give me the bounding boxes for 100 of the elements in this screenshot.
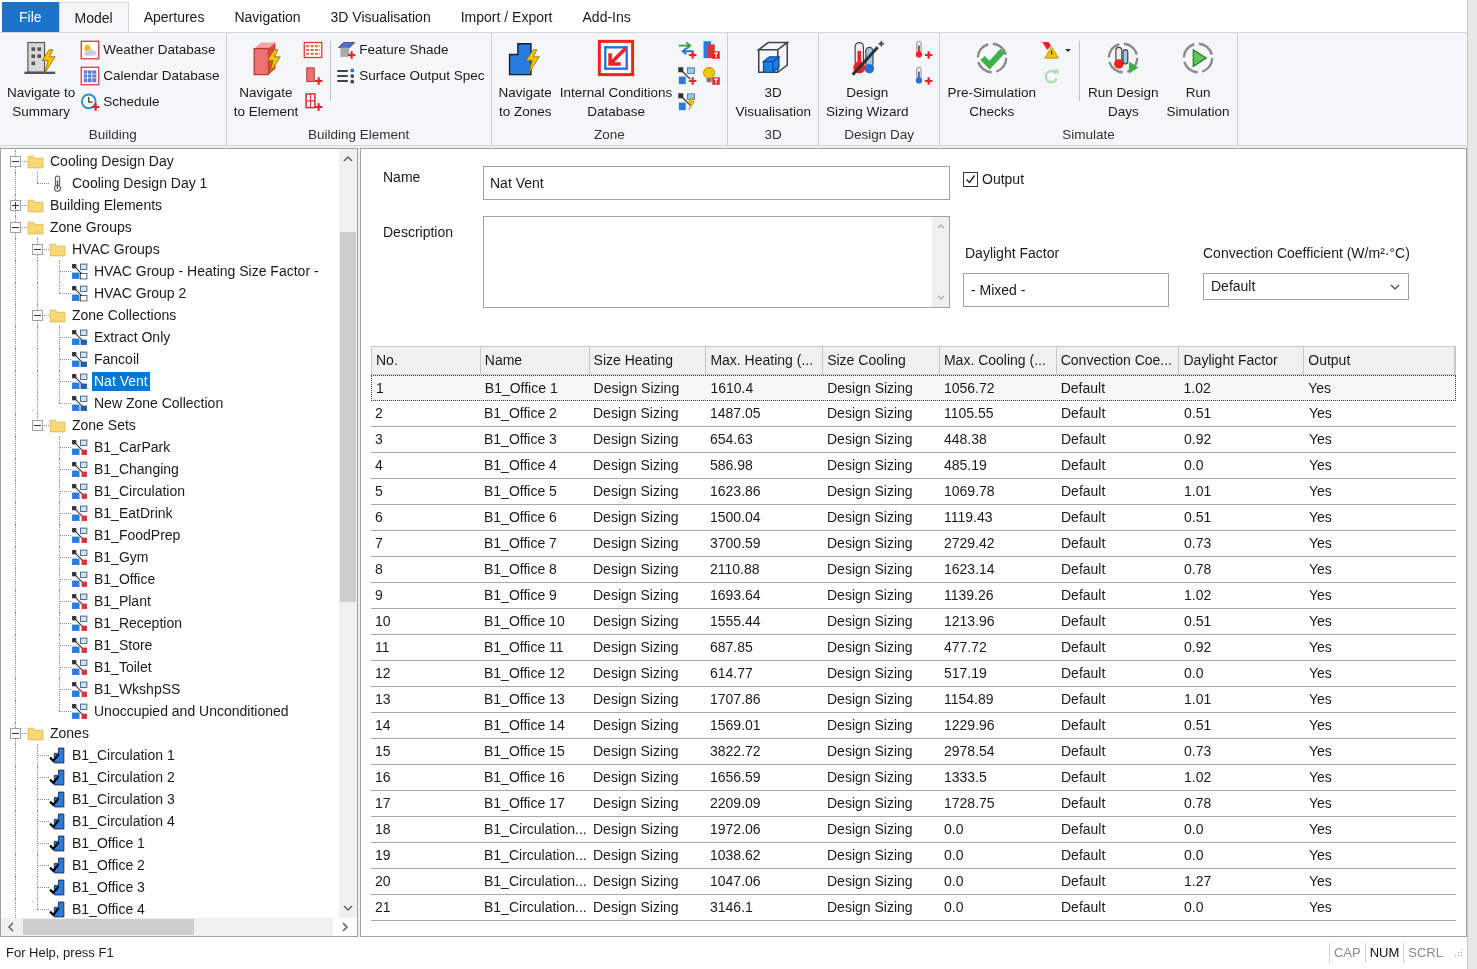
- table-row[interactable]: 13 B1_Office 13 Design Sizing 1707.86 Design Sizing 1154.89 Default 1.01 Yes: [371, 687, 1456, 713]
- tree-item[interactable]: Zones: [48, 723, 91, 743]
- name-field[interactable]: Nat Vent: [483, 166, 950, 200]
- ribbon-button[interactable]: Weather Database: [80, 39, 222, 61]
- tree-item[interactable]: Cooling Design Day: [48, 151, 176, 171]
- ribbon-button[interactable]: Run Design Days: [1085, 37, 1162, 121]
- table-row[interactable]: 6 B1_Office 6 Design Sizing 1500.04 Design Sizing 1119.43 Default 0.51 Yes: [371, 505, 1456, 531]
- table-row[interactable]: 2 B1_Office 2 Design Sizing 1487.05 Design Sizing 1105.55 Default 0.51 Yes: [371, 401, 1456, 427]
- ribbon-button[interactable]: Design Sizing Wizard: [822, 37, 912, 121]
- tree-item[interactable]: B1_Circulation 4: [70, 811, 177, 831]
- tree-item[interactable]: Unoccupied and Unconditioned: [92, 701, 291, 721]
- ribbon-tab[interactable]: File: [2, 2, 59, 32]
- ribbon-button[interactable]: Feature Shade: [336, 39, 487, 61]
- expand-icon[interactable]: [9, 199, 21, 211]
- tree-item[interactable]: Nat Vent: [92, 371, 150, 391]
- tree-item[interactable]: B1_Changing: [92, 459, 181, 479]
- table-row[interactable]: 10 B1_Office 10 Design Sizing 1555.44 Design Sizing 1213.96 Default 0.51 Yes: [371, 609, 1456, 635]
- tree-item[interactable]: B1_Office 1: [70, 833, 147, 853]
- tree-item[interactable]: B1_Office 3: [70, 877, 147, 897]
- table-row[interactable]: 20 B1_Circulation... Design Sizing 1047.06 Design Sizing 0.0 Default 1.27 Yes: [371, 869, 1456, 895]
- table-row[interactable]: 3 B1_Office 3 Design Sizing 654.63 Design Sizing 448.38 Default 0.92 Yes: [371, 427, 1456, 453]
- tree-item[interactable]: B1_Store: [92, 635, 155, 655]
- table-row[interactable]: 17 B1_Office 17 Design Sizing 2209.09 Design Sizing 1728.75 Default 0.78 Yes: [371, 791, 1456, 817]
- column-header[interactable]: Output: [1304, 347, 1455, 374]
- tree-item[interactable]: HVAC Groups: [70, 239, 162, 259]
- column-header[interactable]: Size Cooling: [823, 347, 940, 374]
- tree-item[interactable]: B1_Office: [92, 569, 158, 589]
- column-header[interactable]: Max. Cooling (...: [939, 347, 1057, 374]
- ribbon-button[interactable]: Surface Output Spec: [336, 65, 487, 87]
- collapse-icon[interactable]: [9, 221, 21, 233]
- tree-item[interactable]: B1_Plant: [92, 591, 153, 611]
- table-row[interactable]: 9 B1_Office 9 Design Sizing 1693.64 Design Sizing 1139.26 Default 1.02 Yes: [371, 583, 1456, 609]
- tree-item[interactable]: B1_Circulation 2: [70, 767, 177, 787]
- tree-item[interactable]: B1_WkshpSS: [92, 679, 183, 699]
- tree-item[interactable]: B1_Office 4: [70, 899, 147, 918]
- tree-item[interactable]: B1_Gym: [92, 547, 151, 567]
- tree-item[interactable]: B1_EatDrink: [92, 503, 175, 523]
- column-header[interactable]: Max. Heating (...: [706, 347, 824, 374]
- scrollbar-thumb[interactable]: [23, 919, 194, 935]
- tree-item[interactable]: Extract Only: [92, 327, 173, 347]
- vertical-scrollbar[interactable]: [932, 217, 949, 307]
- vertical-scrollbar[interactable]: [339, 149, 357, 918]
- ribbon-button[interactable]: Navigate to Element: [230, 37, 302, 121]
- tree-item[interactable]: Zone Collections: [70, 305, 179, 325]
- table-row[interactable]: 8 B1_Office 8 Design Sizing 2110.88 Design Sizing 1623.14 Default 0.78 Yes: [371, 557, 1456, 583]
- tree-item[interactable]: Building Elements: [48, 195, 165, 215]
- tree-item[interactable]: HVAC Group 2: [92, 283, 189, 303]
- table-row[interactable]: 4 B1_Office 4 Design Sizing 586.98 Design Sizing 485.19 Default 0.0 Yes: [371, 453, 1456, 479]
- ribbon-button[interactable]: 3D Visualisation: [732, 37, 814, 121]
- ribbon-button[interactable]: Calendar Database: [80, 65, 222, 87]
- column-header[interactable]: Size Heating: [589, 347, 707, 374]
- column-header[interactable]: Daylight Factor: [1179, 347, 1305, 374]
- column-header[interactable]: Name: [480, 347, 590, 374]
- column-header[interactable]: No.: [372, 347, 481, 374]
- ribbon-button[interactable]: Run Simulation: [1163, 37, 1233, 121]
- column-header[interactable]: Convection Coe...: [1056, 347, 1180, 374]
- tree-item[interactable]: HVAC Group - Heating Size Factor -: [92, 261, 321, 281]
- output-checkbox[interactable]: [963, 171, 978, 187]
- table-row[interactable]: 1 B1_Office 1 Design Sizing 1610.4 Design Sizing 1056.72 Default 1.02 Yes: [371, 375, 1456, 401]
- collapse-icon[interactable]: [31, 419, 43, 431]
- tree-item[interactable]: B1_Office 2: [70, 855, 147, 875]
- table-row[interactable]: 14 B1_Office 14 Design Sizing 1569.01 Design Sizing 1229.96 Default 0.51 Yes: [371, 713, 1456, 739]
- tree-item[interactable]: New Zone Collection: [92, 393, 226, 413]
- scrollbar-thumb[interactable]: [340, 232, 356, 602]
- ribbon-button[interactable]: Schedule: [80, 91, 222, 113]
- table-row[interactable]: 11 B1_Office 11 Design Sizing 687.85 Design Sizing 477.72 Default 0.92 Yes: [371, 635, 1456, 661]
- ribbon-button[interactable]: Internal Conditions Database: [556, 37, 676, 121]
- tree-item[interactable]: Fancoil: [92, 349, 142, 369]
- tree-item[interactable]: B1_Circulation: [92, 481, 188, 501]
- table-row[interactable]: 21 B1_Circulation... Design Sizing 3146.1 Design Sizing 0.0 Default 0.0 Yes: [371, 895, 1456, 921]
- tree-item[interactable]: Zone Groups: [48, 217, 134, 237]
- ribbon-button[interactable]: Navigate to Summary: [4, 37, 79, 121]
- table-row[interactable]: 5 B1_Office 5 Design Sizing 1623.86 Design Sizing 1069.78 Default 1.01 Yes: [371, 479, 1456, 505]
- ribbon-button[interactable]: Pre-Simulation Checks: [944, 37, 1039, 121]
- table-row[interactable]: 19 B1_Circulation... Design Sizing 1038.62 Design Sizing 0.0 Default 0.0 Yes: [371, 843, 1456, 869]
- collapse-icon[interactable]: [31, 243, 43, 255]
- tree-item[interactable]: B1_CarPark: [92, 437, 173, 457]
- convection-dropdown[interactable]: Default: [1203, 273, 1409, 300]
- collapse-icon[interactable]: [31, 309, 43, 321]
- description-field[interactable]: [483, 216, 950, 308]
- table-row[interactable]: 12 B1_Office 12 Design Sizing 614.77 Design Sizing 517.19 Default 0.0 Yes: [371, 661, 1456, 687]
- table-row[interactable]: 18 B1_Circulation... Design Sizing 1972.06 Design Sizing 0.0 Default 0.0 Yes: [371, 817, 1456, 843]
- tree-item[interactable]: Zone Sets: [70, 415, 138, 435]
- daylight-factor-field[interactable]: - Mixed -: [963, 273, 1169, 307]
- scroll-right-icon[interactable]: [339, 921, 351, 933]
- tree-item[interactable]: B1_FoodPrep: [92, 525, 183, 545]
- tree-item[interactable]: Cooling Design Day 1: [70, 173, 210, 193]
- table-row[interactable]: 7 B1_Office 7 Design Sizing 3700.59 Design Sizing 2729.42 Default 0.73 Yes: [371, 531, 1456, 557]
- ribbon-button[interactable]: Navigate to Zones: [495, 37, 555, 121]
- tree-item[interactable]: B1_Circulation 1: [70, 745, 177, 765]
- tree-item[interactable]: B1_Toilet: [92, 657, 154, 677]
- table-row[interactable]: 16 B1_Office 16 Design Sizing 1656.59 Design Sizing 1333.5 Default 1.02 Yes: [371, 765, 1456, 791]
- scroll-down-icon[interactable]: [342, 902, 354, 914]
- ribbon-tab[interactable]: Model: [58, 2, 129, 33]
- table-row[interactable]: 15 B1_Office 15 Design Sizing 3822.72 Design Sizing 2978.54 Default 0.73 Yes: [371, 739, 1456, 765]
- tree-item[interactable]: B1_Circulation 3: [70, 789, 177, 809]
- tree-item[interactable]: B1_Reception: [92, 613, 184, 633]
- collapse-icon[interactable]: [9, 155, 21, 167]
- collapse-icon[interactable]: [9, 727, 21, 739]
- scroll-left-icon[interactable]: [5, 921, 17, 933]
